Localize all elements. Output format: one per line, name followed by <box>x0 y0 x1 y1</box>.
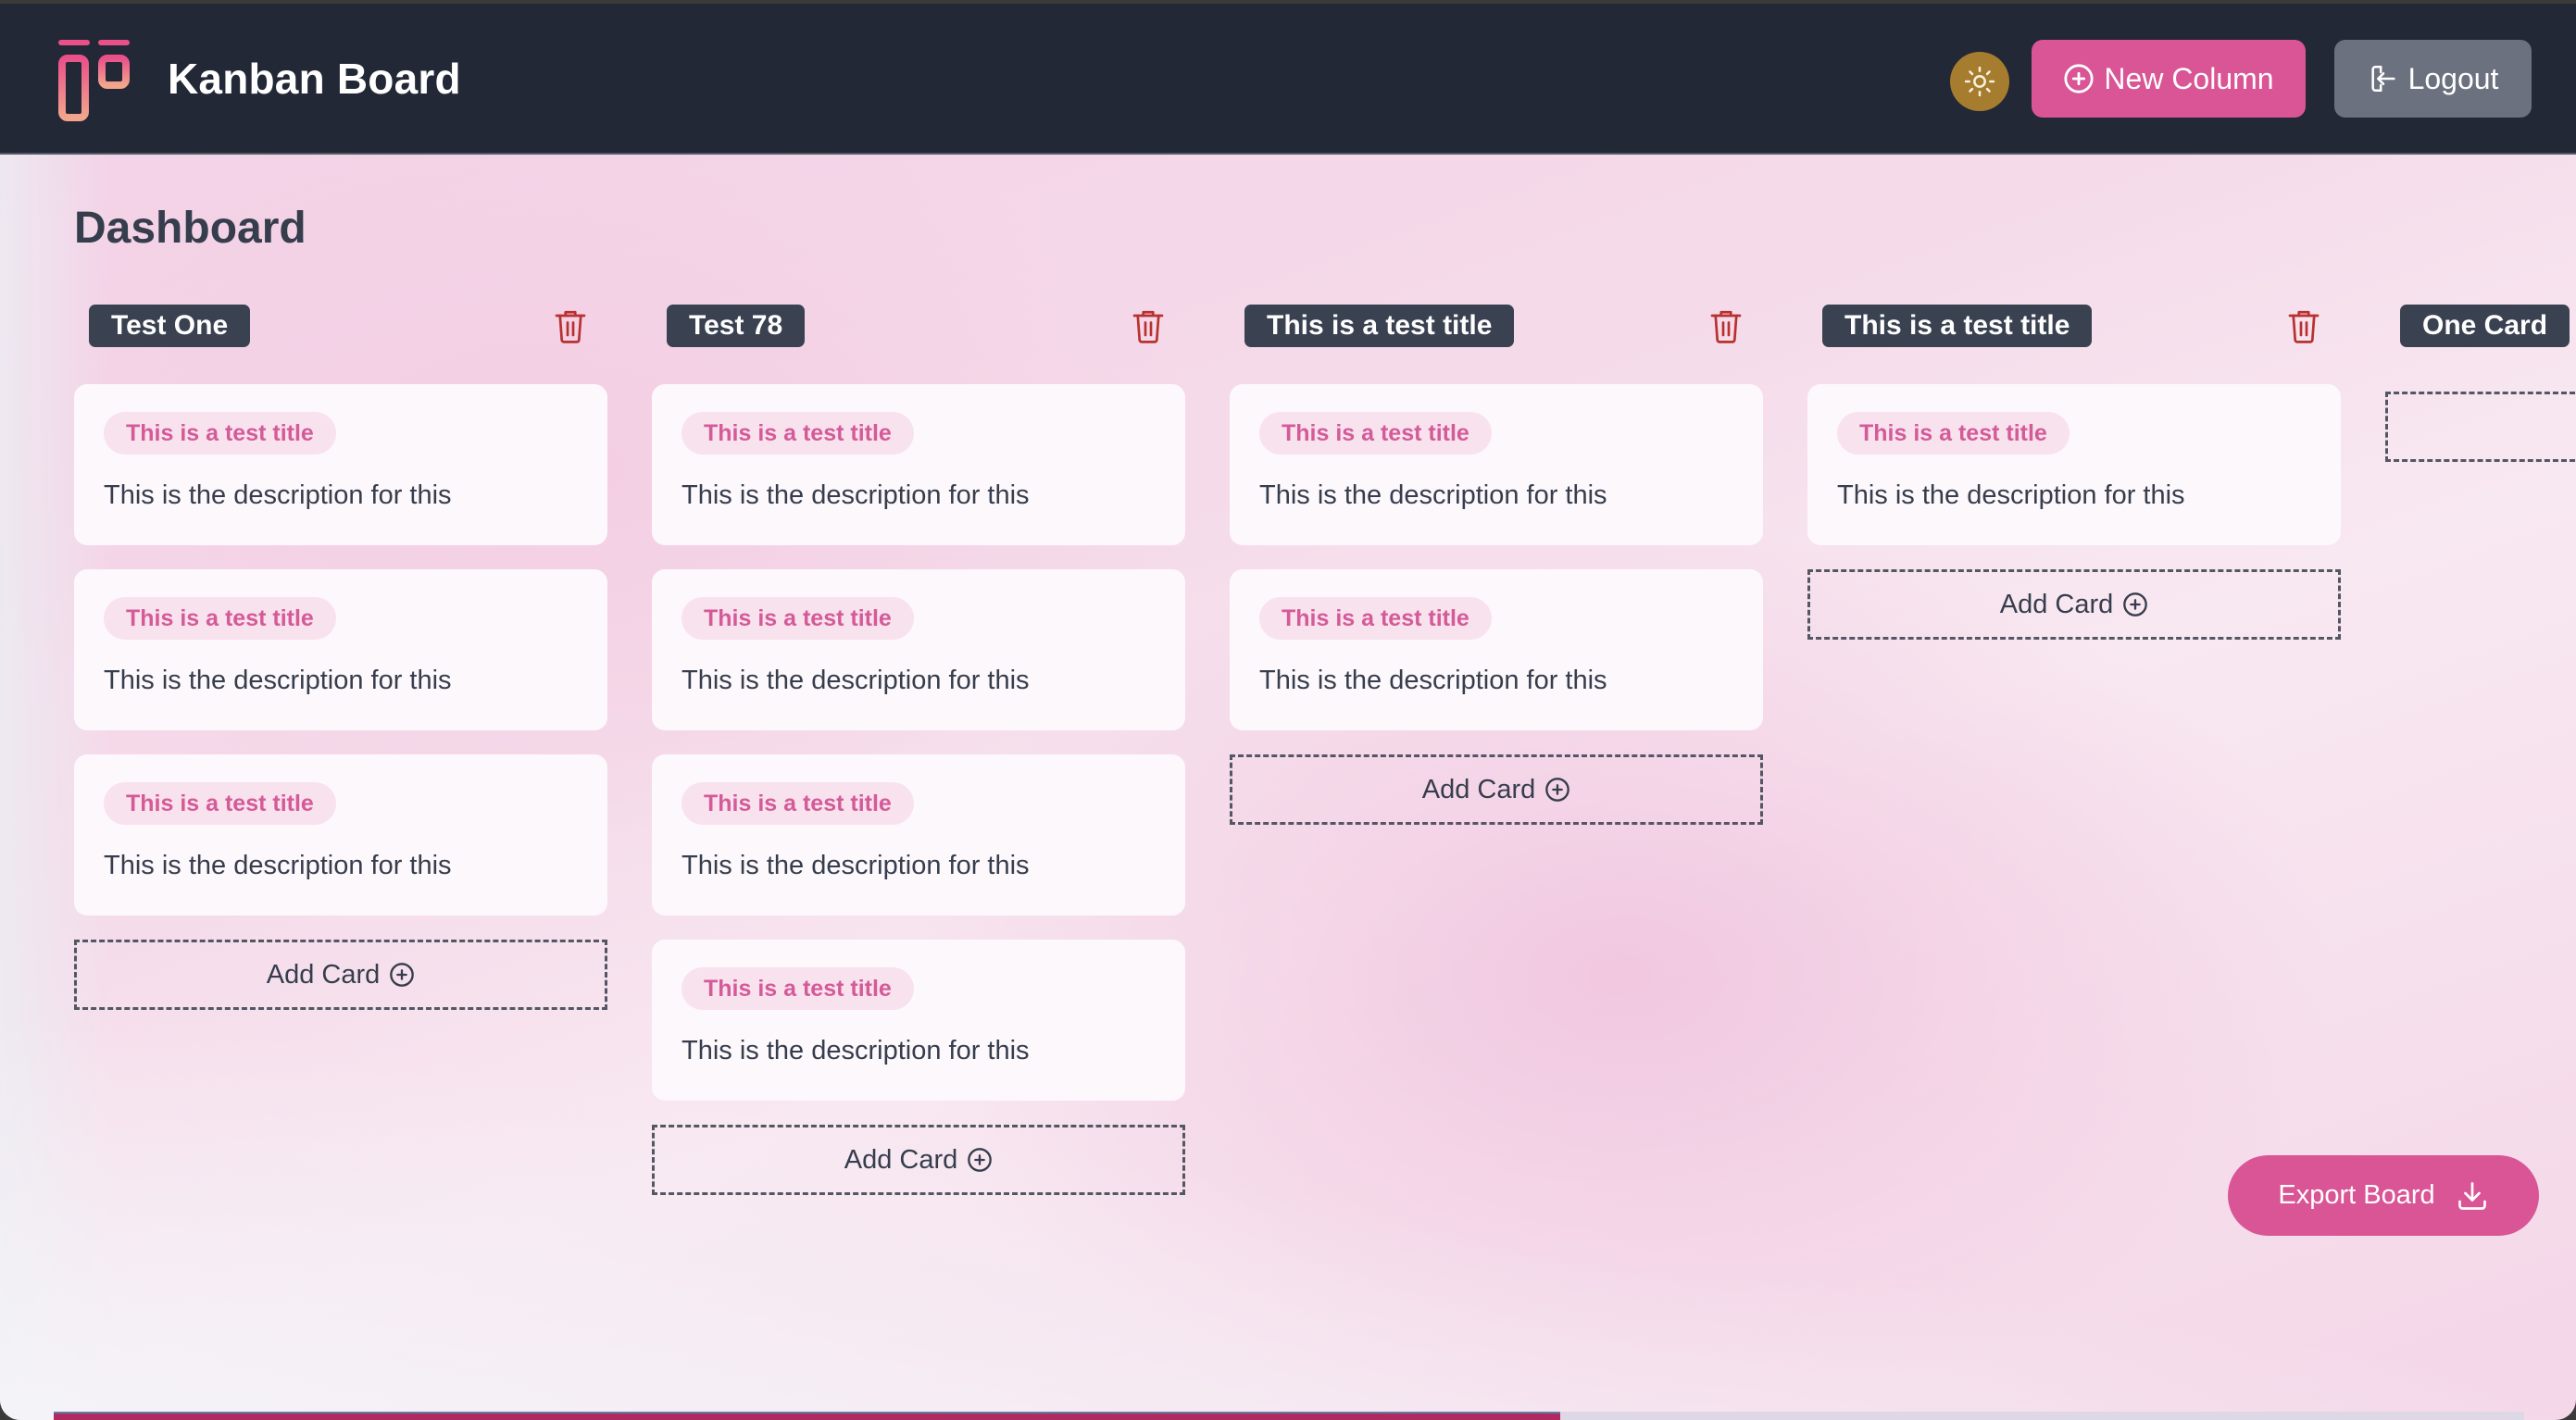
card-list: This is a test title This is the descript… <box>74 384 607 1010</box>
logout-button[interactable]: Logout <box>2334 40 2532 118</box>
add-card-label: Add Card <box>1999 589 2114 619</box>
export-board-label: Export Board <box>2278 1180 2435 1210</box>
page-title: Dashboard <box>74 204 306 253</box>
kanban-card[interactable]: This is a test title This is the descript… <box>1230 569 1763 730</box>
card-tag: This is a test title <box>682 412 914 455</box>
card-description: This is the description for this <box>682 851 1030 880</box>
plus-circle-icon <box>968 1148 993 1172</box>
delete-column-icon[interactable] <box>2287 308 2320 345</box>
plus-circle-icon <box>390 963 415 987</box>
top-navbar: Kanban Board New Column Logout <box>0 4 2576 155</box>
card-description: This is the description for this <box>104 666 452 695</box>
theme-toggle-button[interactable] <box>1950 52 2009 111</box>
kanban-column: Test 78 This is a test title This is the d… <box>652 305 1185 1195</box>
delete-column-icon[interactable] <box>1709 308 1743 345</box>
card-description: This is the description for this <box>682 666 1030 695</box>
card-description: This is the description for this <box>682 1036 1030 1065</box>
add-card-button[interactable]: Add Card <box>652 1125 1185 1195</box>
column-title[interactable]: This is a test title <box>1822 305 2093 347</box>
add-card-label: Add Card <box>844 1144 958 1175</box>
app-title: Kanban Board <box>168 55 461 103</box>
kanban-card[interactable]: This is a test title This is the descript… <box>74 754 607 916</box>
add-card-label: Add Card <box>266 959 381 990</box>
board-area: Dashboard Test One This is a test title Th… <box>0 155 2576 1420</box>
kanban-card[interactable]: This is a test title This is the descript… <box>74 384 607 545</box>
card-tag: This is a test title <box>1259 597 1492 640</box>
card-list: This is a test title This is the descript… <box>1807 384 2341 640</box>
column-title[interactable]: One Card <box>2400 305 2570 347</box>
card-list: Add Card <box>2385 384 2576 462</box>
sun-icon <box>1964 66 1995 97</box>
download-icon <box>2457 1181 2486 1210</box>
logout-label: Logout <box>2407 61 2499 95</box>
app-window: Kanban Board New Column Logout Dashboard… <box>0 4 2576 1420</box>
kanban-card[interactable]: This is a test title This is the descript… <box>1230 384 1763 545</box>
kanban-column: One Card Add Card <box>2385 305 2576 462</box>
column-title[interactable]: This is a test title <box>1244 305 1515 347</box>
kanban-card[interactable]: This is a test title This is the descript… <box>652 940 1185 1101</box>
plus-circle-icon <box>2123 592 2148 617</box>
card-description: This is the description for this <box>104 851 452 880</box>
card-description: This is the description for this <box>1259 480 1607 510</box>
card-tag: This is a test title <box>104 782 336 825</box>
column-header: Test 78 <box>652 305 1185 351</box>
column-title[interactable]: Test One <box>89 305 251 347</box>
card-description: This is the description for this <box>1837 480 2185 510</box>
horizontal-scrollbar[interactable] <box>54 1412 2524 1420</box>
card-tag: This is a test title <box>104 597 336 640</box>
column-header: One Card <box>2385 305 2576 351</box>
column-title[interactable]: Test 78 <box>667 305 806 347</box>
logout-icon <box>2370 65 2395 93</box>
plus-circle-icon <box>2064 64 2094 93</box>
card-tag: This is a test title <box>682 597 914 640</box>
delete-column-icon[interactable] <box>1132 308 1165 345</box>
kanban-logo-icon <box>58 40 130 121</box>
card-tag: This is a test title <box>682 782 914 825</box>
add-card-button[interactable]: Add Card <box>74 940 607 1010</box>
add-card-button[interactable]: Add Card <box>1230 754 1763 825</box>
kanban-card[interactable]: This is a test title This is the descript… <box>652 754 1185 916</box>
card-tag: This is a test title <box>104 412 336 455</box>
column-header: Test One <box>74 305 607 351</box>
card-tag: This is a test title <box>1259 412 1492 455</box>
column-header: This is a test title <box>1807 305 2341 351</box>
card-list: This is a test title This is the descript… <box>652 384 1185 1195</box>
add-card-button[interactable]: Add Card <box>2385 392 2576 462</box>
add-card-label: Add Card <box>1421 774 1536 804</box>
card-description: This is the description for this <box>104 480 452 510</box>
new-column-button[interactable]: New Column <box>2032 40 2306 118</box>
card-tag: This is a test title <box>1837 412 2070 455</box>
delete-column-icon[interactable] <box>554 308 587 345</box>
kanban-card[interactable]: This is a test title This is the descript… <box>652 384 1185 545</box>
card-description: This is the description for this <box>1259 666 1607 695</box>
kanban-card[interactable]: This is a test title This is the descript… <box>1807 384 2341 545</box>
card-tag: This is a test title <box>682 967 914 1010</box>
kanban-column: This is a test title This is a test title… <box>1807 305 2341 640</box>
column-header: This is a test title <box>1230 305 1763 351</box>
kanban-card[interactable]: This is a test title This is the descript… <box>74 569 607 730</box>
plus-circle-icon <box>1545 778 1570 802</box>
add-card-button[interactable]: Add Card <box>1807 569 2341 640</box>
card-list: This is a test title This is the descript… <box>1230 384 1763 825</box>
scrollbar-thumb[interactable] <box>54 1412 1561 1420</box>
kanban-card[interactable]: This is a test title This is the descript… <box>652 569 1185 730</box>
new-column-label: New Column <box>2104 61 2274 95</box>
kanban-column: Test One This is a test title This is the … <box>74 305 607 1010</box>
card-description: This is the description for this <box>682 480 1030 510</box>
export-board-button[interactable]: Export Board <box>2228 1155 2539 1236</box>
kanban-column: This is a test title This is a test title… <box>1230 305 1763 825</box>
